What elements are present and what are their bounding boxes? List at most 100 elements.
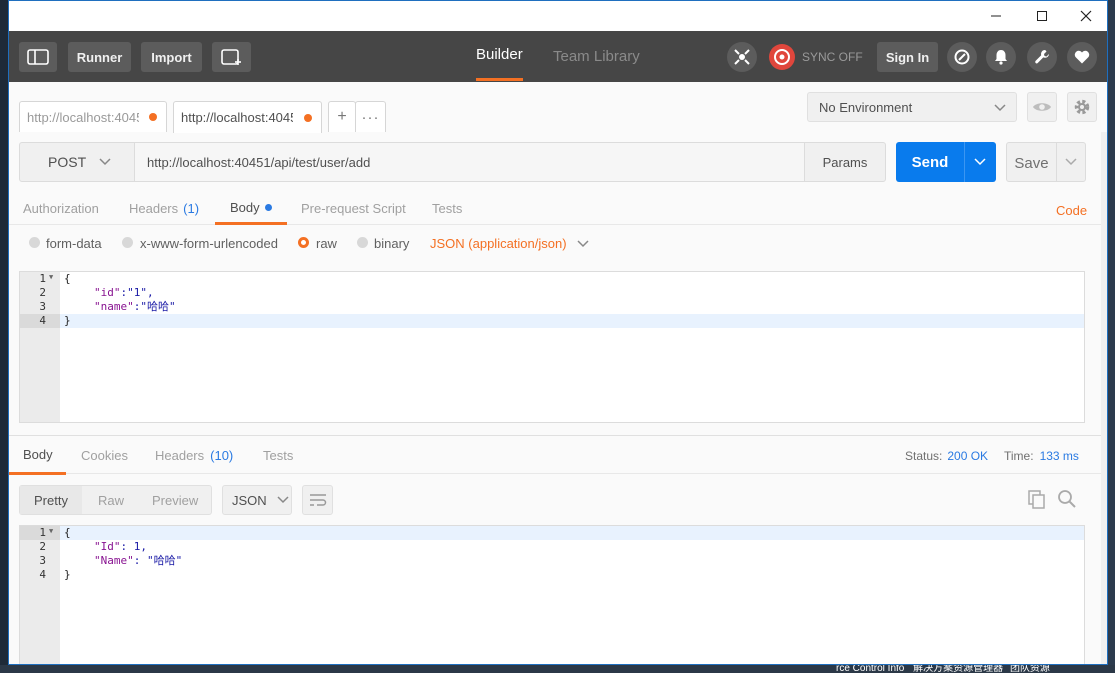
response-tab-cookies[interactable]: Cookies — [81, 436, 128, 475]
content-type-label: JSON (application/json) — [430, 236, 567, 251]
notifications-button[interactable] — [986, 42, 1016, 72]
code-line: "Name": "哈哈" — [94, 554, 183, 567]
chevron-down-icon — [277, 496, 289, 504]
response-tabs: Body Cookies Headers (10) Tests Status: … — [9, 435, 1107, 475]
view-preview-button[interactable]: Preview — [152, 486, 198, 514]
maximize-icon — [1037, 11, 1047, 21]
new-tab-button[interactable]: + — [328, 101, 356, 132]
view-raw-button[interactable]: Raw — [98, 486, 124, 514]
line-number: 3 — [39, 554, 46, 567]
request-sub-tabs: Authorization Headers (1) Body Pre-reque… — [9, 192, 1107, 225]
interceptor-button[interactable] — [727, 42, 757, 72]
label-urlencoded[interactable]: x-www-form-urlencoded — [140, 236, 278, 251]
chevron-down-icon[interactable] — [974, 158, 986, 166]
copy-response-button[interactable] — [1027, 489, 1049, 511]
close-button[interactable] — [1063, 1, 1107, 31]
response-time: Time: 133 ms — [1004, 436, 1079, 475]
sync-label: SYNC OFF — [802, 50, 863, 64]
request-tab[interactable]: http://localhost:4045 — [19, 101, 167, 132]
tab-builder[interactable]: Builder — [476, 31, 523, 81]
code-line: "name":"哈哈" — [94, 300, 176, 313]
tab-body[interactable]: Body — [215, 192, 287, 225]
response-tab-tests[interactable]: Tests — [263, 436, 293, 475]
satellite-button[interactable] — [947, 42, 977, 72]
line-number: 1 — [39, 526, 46, 539]
new-window-icon — [220, 49, 241, 65]
method-label: POST — [48, 154, 87, 170]
desktop-right-strip — [1108, 0, 1115, 673]
code-link[interactable]: Code — [1056, 194, 1087, 227]
search-icon — [1058, 490, 1076, 508]
manage-environments-button[interactable] — [1067, 92, 1097, 122]
response-body-viewer[interactable]: 1 2 3 4 ▼ { "Id": 1, "Name": "哈哈" } — [19, 525, 1085, 664]
send-divider — [964, 142, 965, 182]
heart-icon — [1074, 50, 1090, 64]
desktop-left-strip — [0, 0, 8, 673]
line-number: 2 — [39, 540, 46, 553]
radio-binary[interactable] — [357, 237, 368, 248]
environment-select[interactable]: No Environment — [807, 92, 1017, 122]
time-value: 133 ms — [1039, 448, 1079, 463]
label-binary[interactable]: binary — [374, 236, 409, 251]
line-number: 2 — [39, 286, 46, 299]
send-label: Send — [911, 154, 949, 171]
postman-window: Runner Import Builder Team Library SYNC … — [8, 0, 1108, 665]
response-view-mode: Pretty Raw Preview — [19, 485, 212, 515]
send-button[interactable]: Send — [896, 142, 996, 182]
view-pretty-button[interactable]: Pretty — [20, 486, 82, 514]
new-window-button[interactable] — [212, 42, 251, 72]
radio-urlencoded[interactable] — [122, 237, 133, 248]
tab-headers[interactable]: Headers (1) — [129, 192, 199, 225]
save-button[interactable]: Save — [1006, 142, 1086, 182]
response-tab-headers[interactable]: Headers (10) — [155, 436, 233, 475]
request-tabs-row: http://localhost:4045 http://localhost:4… — [9, 82, 1107, 133]
tab-headers-label: Headers — [129, 201, 179, 216]
more-tabs-button[interactable]: ··· — [355, 101, 386, 132]
request-body-editor[interactable]: 1 2 3 4 ▼ { "id":"1", "name":"哈哈" } — [19, 271, 1085, 423]
line-number: 1 — [39, 272, 46, 285]
content-type-select[interactable]: JSON (application/json) — [430, 236, 589, 251]
label-form-data[interactable]: form-data — [46, 236, 102, 251]
line-number: 4 — [39, 314, 46, 327]
sync-status[interactable]: SYNC OFF — [767, 41, 863, 73]
params-button[interactable]: Params — [804, 142, 886, 182]
request-tab-active[interactable]: http://localhost:4045 — [173, 101, 322, 133]
settings-button[interactable] — [1027, 42, 1057, 72]
wrap-lines-button[interactable] — [302, 485, 333, 515]
maximize-button[interactable] — [1019, 1, 1065, 31]
wrap-icon — [309, 494, 326, 506]
url-bar: POST http://localhost:40451/api/test/use… — [19, 142, 1086, 183]
minimize-icon — [991, 15, 1001, 17]
code-line: "id":"1", — [94, 286, 154, 299]
tab-authorization[interactable]: Authorization — [23, 192, 99, 225]
sidebar-toggle-button[interactable] — [19, 42, 57, 72]
fold-arrow-icon[interactable]: ▼ — [49, 273, 53, 281]
response-headers-count: (10) — [210, 448, 234, 463]
unsaved-dot-icon — [304, 113, 312, 122]
tab-pre-request-script[interactable]: Pre-request Script — [301, 192, 406, 225]
save-label: Save — [1014, 155, 1049, 172]
favorite-button[interactable] — [1067, 42, 1097, 72]
tab-team-library[interactable]: Team Library — [553, 31, 640, 82]
label-raw[interactable]: raw — [316, 236, 337, 251]
minimize-button[interactable] — [973, 1, 1019, 31]
import-button[interactable]: Import — [141, 42, 202, 72]
url-input[interactable]: http://localhost:40451/api/test/user/add — [135, 142, 805, 182]
response-format-select[interactable]: JSON — [222, 485, 292, 515]
method-select[interactable]: POST — [19, 142, 135, 182]
runner-button[interactable]: Runner — [68, 42, 131, 72]
chevron-down-icon[interactable] — [1065, 158, 1077, 166]
radio-form-data[interactable] — [29, 237, 40, 248]
response-tab-body[interactable]: Body — [9, 436, 66, 475]
vertical-scrollbar[interactable] — [1101, 132, 1107, 664]
search-response-button[interactable] — [1057, 489, 1079, 511]
code-line: } — [64, 314, 71, 327]
wrench-icon — [1035, 50, 1049, 64]
interceptor-icon — [734, 49, 750, 65]
fold-arrow-icon[interactable]: ▼ — [49, 527, 53, 535]
sign-in-button[interactable]: Sign In — [877, 42, 938, 72]
environment-quick-look-button[interactable] — [1027, 92, 1057, 122]
chevron-down-icon — [577, 239, 589, 247]
radio-raw[interactable] — [298, 237, 309, 248]
tab-tests[interactable]: Tests — [432, 192, 462, 225]
